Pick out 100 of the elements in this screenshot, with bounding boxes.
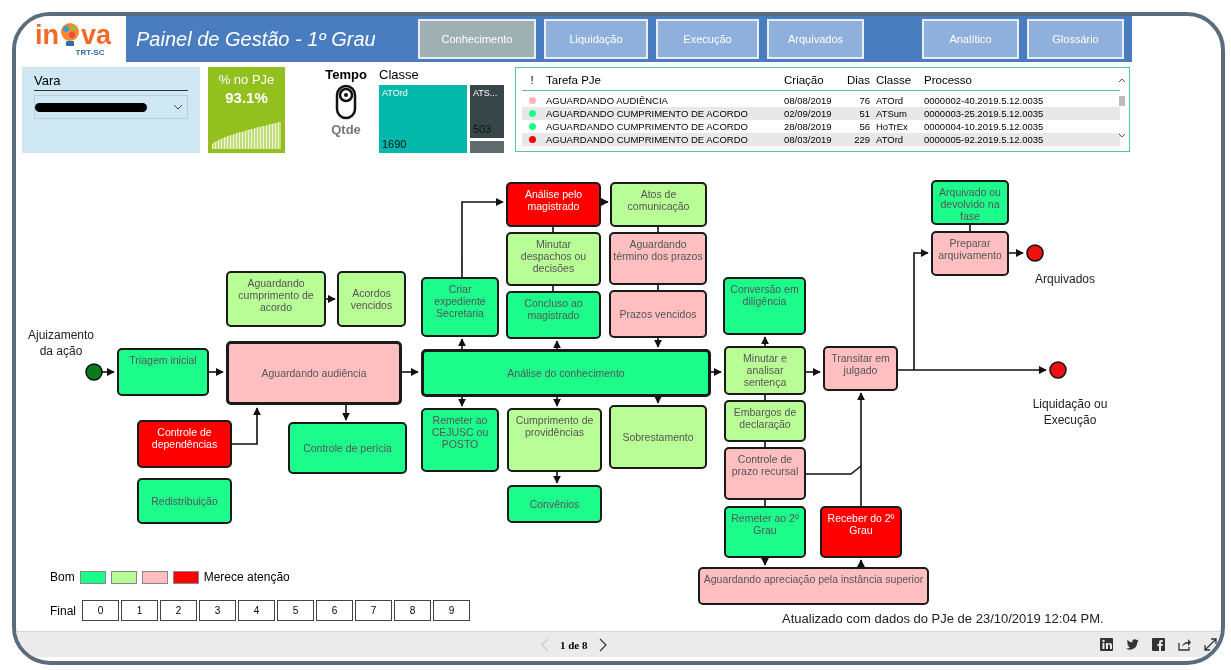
legend-label: Bom xyxy=(50,570,75,584)
process-node[interactable]: Análise pelo magistrado xyxy=(506,182,601,227)
next-page-icon[interactable] xyxy=(597,637,608,652)
digit-button[interactable]: 8 xyxy=(394,600,431,621)
column-header[interactable]: ! xyxy=(522,74,542,86)
table-cell-text: 02/09/2019 xyxy=(784,108,833,119)
end-node xyxy=(1049,361,1067,379)
flow-label: Liquidação ou Execução xyxy=(1031,396,1109,428)
connector-arrow xyxy=(805,368,821,376)
table-cell-text: 76 xyxy=(858,95,871,106)
connector-arrow xyxy=(101,368,115,376)
process-node[interactable]: Aguardando cumprimento de acordo xyxy=(226,271,326,327)
kpi-title: % no PJe xyxy=(218,72,275,87)
toggle-label[interactable]: Tempo xyxy=(325,67,367,82)
digit-button[interactable]: 4 xyxy=(238,600,275,621)
process-node[interactable]: Redistribuição xyxy=(137,478,232,524)
treemap-tile[interactable]: ATS... 503 xyxy=(470,85,504,138)
column-header[interactable]: Criação xyxy=(784,74,842,86)
connector-arrow xyxy=(325,295,336,303)
connector-arrow xyxy=(600,198,609,206)
process-node[interactable]: Sobrestamento xyxy=(609,405,707,469)
digit-button[interactable]: 7 xyxy=(355,600,392,621)
connector-arrow xyxy=(401,368,419,376)
process-node[interactable]: Minutar despachos ou decisões xyxy=(506,232,601,286)
process-node[interactable]: Minutar e analisar sentença xyxy=(724,346,806,395)
process-node[interactable]: Remeter ao 2º Grau xyxy=(724,506,806,558)
digit-button[interactable]: 6 xyxy=(316,600,353,621)
table-cell-text: 56 xyxy=(858,121,871,132)
column-header[interactable]: Processo xyxy=(924,74,1114,86)
twitter-icon[interactable] xyxy=(1126,638,1139,651)
update-note: Atualizado com dados do PJe de 23/10/2019 12:04 PM. xyxy=(782,611,1104,628)
process-node[interactable]: Análise do conhecimento xyxy=(421,349,711,397)
column-header[interactable]: Classe xyxy=(876,74,924,86)
connector-line xyxy=(764,499,766,507)
process-node[interactable]: Triagem inicial xyxy=(117,348,209,396)
toggle-switch[interactable] xyxy=(335,84,357,120)
process-node[interactable]: Convênios xyxy=(507,485,602,523)
process-node[interactable]: Remeter ao CEJUSC ou POSTO xyxy=(421,408,499,472)
process-node[interactable]: Atos de comunicação xyxy=(610,182,707,227)
connector-line xyxy=(969,224,971,232)
flow-label: Ajuizamento da ação xyxy=(26,327,95,359)
connector-arrow xyxy=(857,559,865,568)
expand-icon[interactable] xyxy=(1204,638,1217,651)
table-cell-text: 0000003-25.2019.5.12.0035 xyxy=(924,108,1045,119)
process-node[interactable]: Embargos de declaração xyxy=(724,400,806,442)
process-node[interactable]: Controle de dependências xyxy=(137,420,232,468)
process-node[interactable]: Arquivado ou devolvido na fase xyxy=(931,180,1009,225)
process-node[interactable]: Concluso ao magistrado xyxy=(506,291,601,339)
table-cell-text: AGUARDANDO AUDIÊNCIA xyxy=(545,95,669,106)
table-cell-text: 08/08/2019 xyxy=(784,95,833,106)
process-node[interactable]: Controle de prazo recursal xyxy=(724,447,806,500)
logo-tagline: TRT-SC xyxy=(75,47,105,57)
table-cell-text: ATSum xyxy=(876,108,908,119)
process-node[interactable]: Conversão em diligência xyxy=(723,277,806,335)
table-cell-text: AGUARDANDO CUMPRIMENTO DE ACORDO xyxy=(545,134,749,145)
process-node[interactable]: Acordos vencidos xyxy=(337,271,406,327)
column-header[interactable]: Tarefa PJe xyxy=(542,74,784,86)
connector-line xyxy=(657,284,659,291)
share-icon[interactable] xyxy=(1178,638,1191,651)
dashboard-title: Painel de Gestão - 1º Grau xyxy=(135,27,377,51)
process-node[interactable]: Aguardando apreciação pela instância superior xyxy=(698,567,929,605)
vara-dropdown[interactable] xyxy=(34,95,188,119)
table-cell-text: 28/08/2019 xyxy=(784,121,833,132)
treemap-tile[interactable]: ATOrd 1690 xyxy=(379,85,467,153)
column-header[interactable]: Dias xyxy=(842,74,876,86)
digit-button[interactable]: 0 xyxy=(82,600,119,621)
legend-label: Merece atenção xyxy=(203,570,290,584)
process-node[interactable]: Aguardando término dos prazos xyxy=(609,232,707,285)
process-node[interactable]: Prazos vencidos xyxy=(609,290,707,338)
toggle-label[interactable]: Qtde xyxy=(331,122,361,137)
kpi-value: 93.1% xyxy=(225,89,268,106)
process-node[interactable]: Controle de perícia xyxy=(288,422,407,474)
digit-button[interactable]: 1 xyxy=(121,600,158,621)
facebook-icon[interactable] xyxy=(1152,638,1165,651)
linkedin-icon[interactable] xyxy=(1100,638,1113,651)
process-node[interactable]: Cumprimento de providências xyxy=(507,408,602,472)
process-node[interactable]: Transitar em julgado xyxy=(823,346,898,391)
digit-button[interactable]: 5 xyxy=(277,600,314,621)
process-node[interactable]: Preparar arquivamento xyxy=(931,231,1009,276)
digit-button[interactable]: 3 xyxy=(199,600,236,621)
tile-value: 503 xyxy=(473,123,493,135)
flow-label: Arquivados xyxy=(1033,271,1096,287)
process-node[interactable]: Criar expediente Secretaria xyxy=(421,277,499,337)
process-node[interactable]: Receber do 2º Grau xyxy=(820,506,902,558)
connector-arrow xyxy=(761,336,769,347)
treemap-tile[interactable] xyxy=(470,141,504,153)
page-indicator: 1 de 8 xyxy=(560,638,588,651)
tile-label: ATOrd xyxy=(382,88,409,98)
connector-arrow xyxy=(1008,249,1024,257)
table-cell-text: AGUARDANDO CUMPRIMENTO DE ACORDO xyxy=(545,108,749,119)
process-node[interactable]: Aguardando audiência xyxy=(226,341,402,405)
table-cell-text: ATOrd xyxy=(876,134,905,145)
connector-arrow xyxy=(654,337,662,348)
connector-arrow xyxy=(553,396,561,407)
digit-button[interactable]: 9 xyxy=(433,600,470,621)
table-cell-text: AGUARDANDO CUMPRIMENTO DE ACORDO xyxy=(545,121,749,132)
table-cell-text: 08/03/2019 xyxy=(784,134,833,145)
digit-button[interactable]: 2 xyxy=(160,600,197,621)
end-node xyxy=(1026,244,1044,262)
connector-line xyxy=(552,226,554,233)
